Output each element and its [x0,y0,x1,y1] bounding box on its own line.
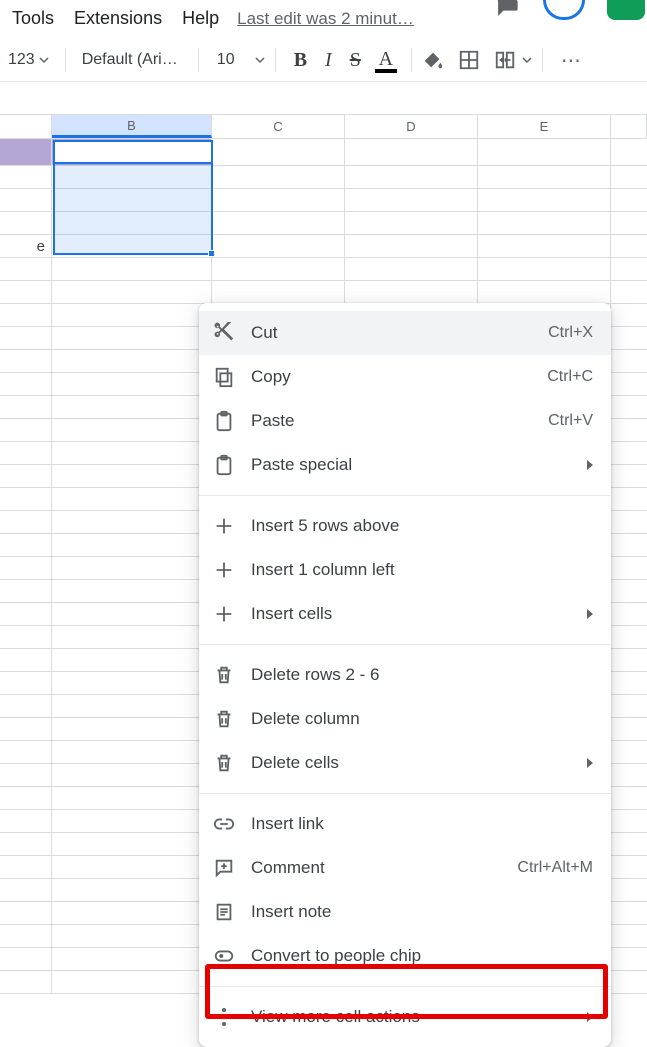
ctx-paste-special[interactable]: Paste special [199,443,611,487]
submenu-arrow-icon [587,460,593,470]
ctx-delete-column-label: Delete column [251,709,593,729]
cell-a5-fragment[interactable]: e [0,235,52,258]
font-family-button[interactable]: Default (Ari… [76,47,188,73]
comments-history-icon[interactable] [493,0,521,16]
column-headers: B C D E [0,114,647,139]
last-edit-status[interactable]: Last edit was 2 minut… [237,9,414,29]
ctx-separator [199,793,611,794]
toolbar-separator [275,48,276,72]
fill-color-button[interactable] [422,49,444,71]
ctx-view-more[interactable]: View more cell actions [199,995,611,1039]
merge-cells-button[interactable] [494,49,516,71]
chevron-down-icon [39,55,49,65]
scissors-icon [213,322,235,344]
clipboard-icon [213,410,235,432]
trash-icon [213,664,235,686]
kebab-icon [213,1006,235,1028]
ctx-insert-cells-label: Insert cells [251,604,579,624]
ctx-view-more-label: View more cell actions [251,1007,579,1027]
submenu-arrow-icon [587,758,593,768]
font-size-button[interactable]: 10 [209,47,243,73]
toolbar-separator [65,48,66,72]
context-menu: Cut Ctrl+X Copy Ctrl+C Paste Ctrl+V Past… [199,303,611,1047]
ctx-comment[interactable]: Comment Ctrl+Alt+M [199,846,611,890]
plus-icon [213,559,235,581]
ctx-paste-accel: Ctrl+V [548,412,593,430]
italic-button[interactable]: I [317,49,340,72]
submenu-arrow-icon [587,609,593,619]
strikethrough-button[interactable]: S [342,49,369,72]
toolbar: 123 Default (Ari… 10 B I S A ⋯ [0,47,647,82]
ctx-delete-rows-label: Delete rows 2 - 6 [251,665,593,685]
ctx-comment-accel: Ctrl+Alt+M [517,859,593,877]
submenu-arrow-icon [587,1012,593,1022]
note-icon [213,901,235,923]
ctx-cut-accel: Ctrl+X [548,324,593,342]
ctx-insert-note-label: Insert note [251,902,593,922]
menu-help[interactable]: Help [172,4,229,33]
ctx-insert-rows-label: Insert 5 rows above [251,516,593,536]
trash-icon [213,708,235,730]
toolbar-separator [542,48,543,72]
sheets-product-icon [607,0,645,20]
column-header-b[interactable]: B [52,115,212,138]
font-size-label: 10 [217,51,235,69]
ctx-paste-special-label: Paste special [251,455,579,475]
ctx-cut[interactable]: Cut Ctrl+X [199,311,611,355]
ctx-insert-rows[interactable]: Insert 5 rows above [199,504,611,548]
toolbar-overflow-button[interactable]: ⋯ [553,48,591,73]
comment-icon [213,857,235,879]
ctx-comment-label: Comment [251,858,517,878]
column-header-d[interactable]: D [345,115,478,138]
column-header-c[interactable]: C [212,115,345,138]
plus-icon [213,603,235,625]
ctx-paste[interactable]: Paste Ctrl+V [199,399,611,443]
header-right-icons [493,0,645,20]
text-color-button[interactable]: A [371,48,401,73]
font-family-label: Default (Ari… [82,51,178,69]
toolbar-separator [411,48,412,72]
cell-b1[interactable]: Answers [52,139,212,166]
ctx-insert-link-label: Insert link [251,814,593,834]
ctx-insert-column-label: Insert 1 column left [251,560,593,580]
column-header-e[interactable]: E [478,115,611,138]
ctx-delete-column[interactable]: Delete column [199,697,611,741]
column-header-a-stub[interactable] [0,115,52,138]
ctx-delete-rows[interactable]: Delete rows 2 - 6 [199,653,611,697]
plus-icon [213,515,235,537]
ctx-people-chip[interactable]: Convert to people chip [199,934,611,978]
ctx-separator [199,986,611,987]
column-header-f-stub[interactable] [611,115,647,138]
clipboard-icon [213,454,235,476]
copy-icon [213,366,235,388]
ctx-insert-column[interactable]: Insert 1 column left [199,548,611,592]
link-icon [213,813,235,835]
menu-tools[interactable]: Tools [2,4,64,33]
person-chip-icon [213,945,235,967]
number-format-button[interactable]: 123 [2,47,55,73]
ctx-separator [199,644,611,645]
toolbar-separator [198,48,199,72]
ctx-cut-label: Cut [251,323,548,343]
ctx-people-chip-label: Convert to people chip [251,946,593,966]
ctx-insert-cells[interactable]: Insert cells [199,592,611,636]
chevron-down-icon[interactable] [255,55,265,65]
share-avatar-icon[interactable] [543,0,585,20]
ctx-paste-label: Paste [251,411,548,431]
ctx-separator [199,495,611,496]
ctx-delete-cells[interactable]: Delete cells [199,741,611,785]
ctx-delete-cells-label: Delete cells [251,753,579,773]
bold-button[interactable]: B [286,49,315,72]
ctx-copy-label: Copy [251,367,547,387]
number-format-label: 123 [8,51,35,69]
trash-icon [213,752,235,774]
ctx-insert-note[interactable]: Insert note [199,890,611,934]
borders-button[interactable] [458,49,480,71]
ctx-insert-link[interactable]: Insert link [199,802,611,846]
chevron-down-icon[interactable] [522,55,532,65]
menu-extensions[interactable]: Extensions [64,4,172,33]
ctx-copy[interactable]: Copy Ctrl+C [199,355,611,399]
ctx-copy-accel: Ctrl+C [547,368,593,386]
